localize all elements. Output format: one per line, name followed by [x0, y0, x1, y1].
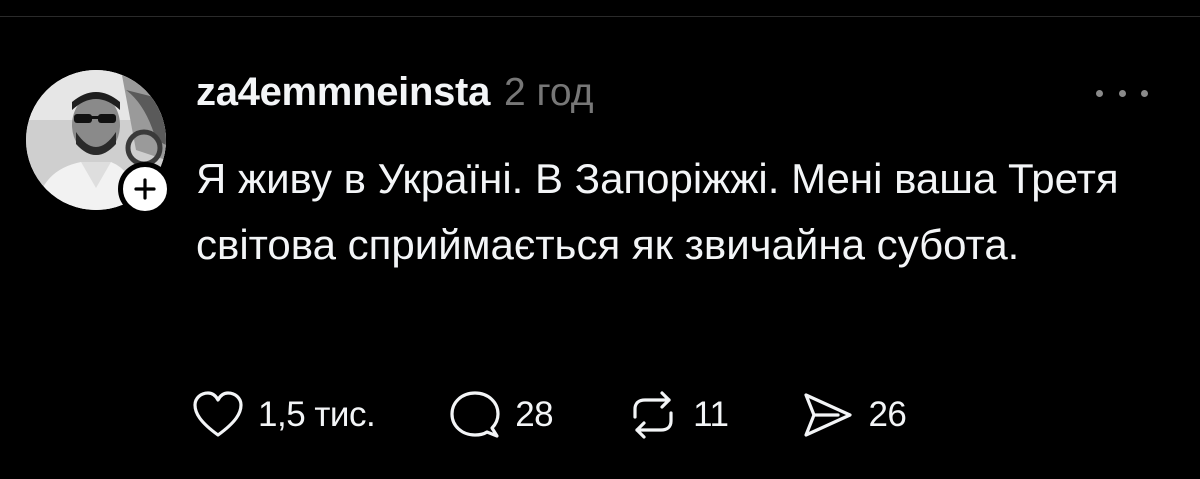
heart-icon: [193, 391, 243, 437]
share-button[interactable]: 26: [800, 389, 907, 441]
post-header: za4emmneinsta 2 год: [196, 70, 594, 120]
reply-button[interactable]: 28: [447, 388, 554, 442]
more-horizontal-icon: [1096, 89, 1103, 97]
username-link[interactable]: za4emmneinsta: [196, 70, 490, 115]
share-count: 26: [868, 395, 907, 434]
repost-arrows-icon: [633, 391, 673, 439]
post-actions-bar: 1,5 тис. 28 11 26: [190, 385, 978, 445]
plus-icon: [134, 178, 156, 200]
send-icon: [804, 393, 853, 437]
more-dot: [1118, 89, 1126, 97]
post-body-text: Я живу в Україні. В Запоріжжі. Мені ваша…: [196, 155, 1119, 268]
repost-button[interactable]: 11: [625, 389, 729, 441]
more-options-button[interactable]: [1096, 78, 1148, 108]
more-dot: [1141, 89, 1148, 97]
repost-count: 11: [693, 395, 729, 434]
like-button[interactable]: 1,5 тис.: [190, 389, 376, 441]
post-timestamp: 2 год: [504, 71, 594, 114]
top-divider: [0, 16, 1200, 17]
comment-bubble-icon: [450, 391, 500, 438]
reply-count: 28: [515, 395, 554, 434]
follow-button[interactable]: [118, 162, 172, 216]
avatar-container: [26, 70, 172, 216]
like-count: 1,5 тис.: [258, 395, 376, 434]
